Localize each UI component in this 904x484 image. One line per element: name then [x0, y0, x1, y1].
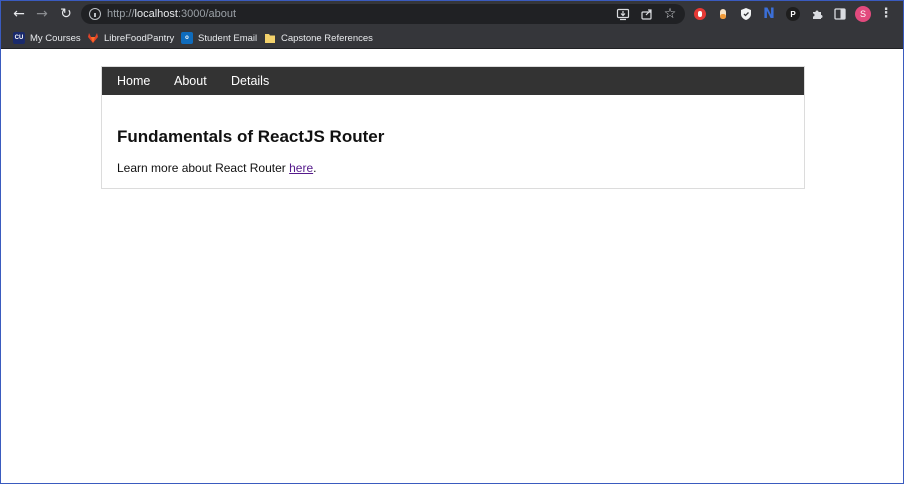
- browser-toolbar: ← → ↻ http://localhost:3000/about ☆ N P: [1, 1, 903, 27]
- install-app-icon[interactable]: [615, 6, 631, 22]
- bookmark-label: Student Email: [198, 32, 258, 44]
- bookmark-label: LibreFoodPantry: [104, 32, 175, 44]
- bookmark-star-icon[interactable]: ☆: [662, 6, 678, 22]
- intro-paragraph: Learn more about React Router here.: [117, 161, 316, 175]
- bookmark-my-courses[interactable]: CU My Courses: [13, 31, 81, 45]
- app-container: Home About Details Fundamentals of React…: [101, 66, 805, 189]
- nav-link-about[interactable]: About: [174, 74, 207, 88]
- app-navbar: Home About Details: [102, 67, 804, 95]
- extension-capsule-icon[interactable]: [715, 6, 731, 22]
- react-router-link[interactable]: here: [289, 161, 313, 175]
- intro-period: .: [313, 161, 317, 175]
- nav-link-details[interactable]: Details: [231, 74, 269, 88]
- nav-link-home[interactable]: Home: [117, 74, 150, 88]
- shield-icon[interactable]: [738, 6, 754, 22]
- p-extension-icon[interactable]: P: [785, 6, 801, 22]
- reload-icon[interactable]: ↻: [58, 6, 74, 22]
- folder-icon: [265, 34, 275, 43]
- cu-favicon: CU: [13, 32, 25, 44]
- browser-window: ← → ↻ http://localhost:3000/about ☆ N P: [0, 0, 904, 484]
- back-arrow-icon[interactable]: ←: [11, 6, 27, 22]
- gitlab-fox-icon: [88, 33, 98, 43]
- extensions-puzzle-icon[interactable]: [809, 6, 825, 22]
- n-extension-icon[interactable]: N: [761, 6, 777, 22]
- bookmark-label: Capstone References: [281, 32, 373, 44]
- bookmarks-bar: CU My Courses LibreFoodPantry o Student …: [1, 27, 903, 49]
- share-icon[interactable]: [639, 6, 655, 22]
- extension-red-icon[interactable]: [692, 6, 708, 22]
- site-info-icon[interactable]: [89, 8, 101, 20]
- intro-text: Learn more about React Router: [117, 161, 290, 175]
- page-title: Fundamentals of ReactJS Router: [117, 127, 385, 146]
- url-text[interactable]: http://localhost:3000/about: [107, 7, 236, 21]
- profile-avatar[interactable]: S: [855, 6, 871, 22]
- bookmark-capstone-references[interactable]: Capstone References: [264, 31, 373, 45]
- forward-arrow-icon[interactable]: →: [34, 6, 50, 22]
- menu-dots-icon[interactable]: ⋮: [878, 6, 894, 22]
- bookmark-librefoodpantry[interactable]: LibreFoodPantry: [87, 31, 174, 45]
- bookmark-student-email[interactable]: o Student Email: [181, 31, 257, 45]
- address-bar[interactable]: http://localhost:3000/about: [81, 4, 685, 24]
- bookmark-label: My Courses: [30, 32, 81, 44]
- outlook-icon: o: [181, 32, 193, 44]
- side-panel-icon[interactable]: [832, 6, 848, 22]
